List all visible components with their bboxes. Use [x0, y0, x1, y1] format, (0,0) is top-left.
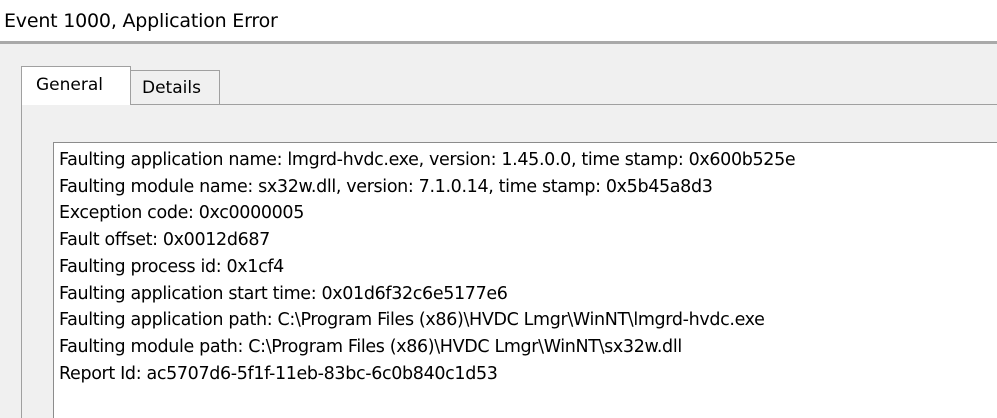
message-line-faulting-process-id: Faulting process id: 0x1cf4	[59, 256, 284, 277]
message-line-report-id: Report Id: ac5707d6-5f1f-11eb-83bc-6c0b8…	[59, 363, 498, 384]
message-line-application-path: Faulting application path: C:\Program Fi…	[59, 310, 765, 331]
title-bar: Event 1000, Application Error	[0, 0, 997, 44]
event-properties-window: Event 1000, Application Error General De…	[0, 0, 997, 418]
window-title: Event 1000, Application Error	[4, 10, 278, 32]
message-line-application-start-time: Faulting application start time: 0x01d6f…	[59, 283, 508, 304]
message-line-faulting-application-name: Faulting application name: lmgrd-hvdc.ex…	[59, 150, 796, 170]
tab-details-label: Details	[142, 78, 201, 98]
tab-details[interactable]: Details	[130, 70, 220, 104]
message-line-faulting-module-name: Faulting module name: sx32w.dll, version…	[59, 176, 713, 197]
tab-strip-border	[21, 104, 997, 105]
tab-general[interactable]: General	[21, 66, 131, 105]
message-line-fault-offset: Fault offset: 0x0012d687	[59, 230, 270, 251]
message-line-module-path: Faulting module path: C:\Program Files (…	[59, 336, 682, 357]
tab-general-label: General	[36, 75, 103, 95]
event-message-lines: Faulting application name: lmgrd-hvdc.ex…	[59, 147, 796, 387]
event-message-textbox[interactable]: Faulting application name: lmgrd-hvdc.ex…	[53, 142, 997, 418]
message-line-exception-code: Exception code: 0xc0000005	[59, 203, 304, 224]
